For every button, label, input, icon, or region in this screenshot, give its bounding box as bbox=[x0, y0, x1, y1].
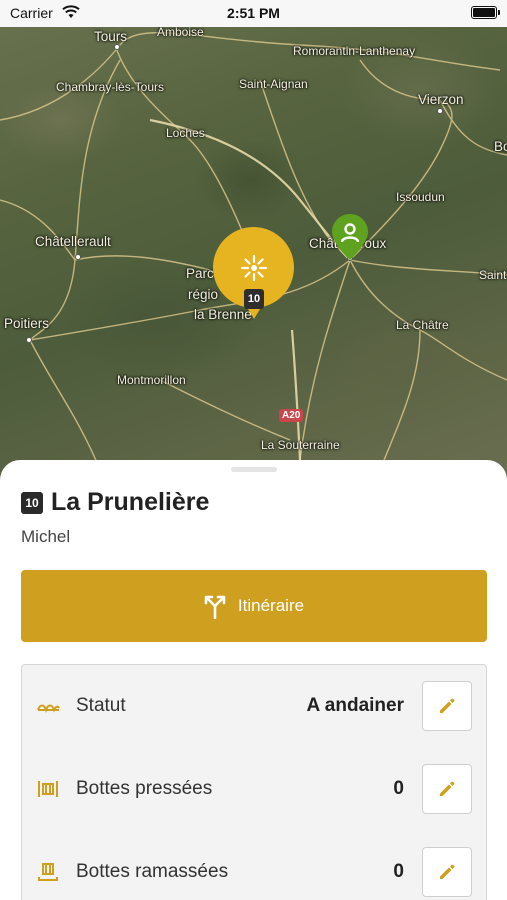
place-label: Romorantin-Lanthenay bbox=[293, 44, 416, 58]
pickup-icon bbox=[38, 863, 58, 881]
itinerary-label: Itinéraire bbox=[237, 596, 305, 615]
clock: 2:51 PM bbox=[227, 5, 280, 21]
pencil-icon bbox=[440, 698, 455, 713]
collected-bales-label: Bottes ramassées bbox=[76, 861, 229, 882]
pressed-bales-label: Bottes pressées bbox=[76, 778, 213, 799]
battery-icon bbox=[471, 6, 500, 19]
place-label: Saint bbox=[479, 268, 507, 282]
city-dot bbox=[437, 108, 443, 114]
sun-burst-icon bbox=[240, 254, 267, 281]
place-label: Montmorillon bbox=[117, 373, 186, 387]
field-title: La Prunelière bbox=[51, 488, 210, 516]
place-label: Poitiers bbox=[4, 316, 50, 331]
sheet-grabber[interactable] bbox=[231, 467, 277, 472]
place-label: Amboise bbox=[157, 25, 204, 39]
place-label: Loches bbox=[166, 126, 205, 140]
place-label: La Souterraine bbox=[261, 438, 340, 452]
place-label: La Châtre bbox=[396, 318, 449, 332]
pencil-icon bbox=[440, 864, 455, 879]
place-label: Saint-Aignan bbox=[239, 77, 308, 91]
city-dot bbox=[26, 337, 32, 343]
collected-bales-row: Bottes ramassées 0 bbox=[22, 846, 486, 898]
place-label: Vierzon bbox=[418, 92, 464, 107]
fork-route-icon bbox=[204, 595, 226, 619]
pressed-bales-row: Bottes pressées 0 bbox=[22, 763, 486, 815]
city-dot bbox=[75, 254, 81, 260]
edit-status-button[interactable] bbox=[422, 681, 472, 731]
place-label: Bo bbox=[494, 139, 507, 154]
itinerary-button[interactable]: Itinéraire bbox=[21, 570, 487, 642]
place-label: Issoudun bbox=[396, 190, 445, 204]
pressed-bales-value: 0 bbox=[393, 778, 404, 799]
edit-collected-bales-button[interactable] bbox=[422, 847, 472, 897]
field-number-badge: 10 bbox=[244, 289, 264, 309]
map-view[interactable]: Tours Amboise Romorantin-Lanthenay Chamb… bbox=[0, 0, 507, 480]
status-row: Statut A andainer bbox=[22, 680, 486, 732]
status-value: A andainer bbox=[306, 695, 405, 716]
collected-bales-value: 0 bbox=[393, 861, 404, 882]
highway-shield: A20 bbox=[279, 409, 304, 422]
field-owner: Michel bbox=[21, 527, 71, 546]
place-label: Parc bbox=[186, 266, 214, 281]
bale-icon bbox=[38, 781, 58, 797]
field-detail-sheet: 10 La Prunelière Michel Itinéraire Statu… bbox=[0, 460, 507, 900]
place-label: régio bbox=[188, 287, 219, 302]
status-bar: Carrier 2:51 PM bbox=[0, 0, 507, 27]
edit-pressed-bales-button[interactable] bbox=[422, 764, 472, 814]
status-label: Statut bbox=[76, 695, 126, 716]
pencil-icon bbox=[440, 781, 455, 796]
place-label: Tours bbox=[94, 29, 128, 44]
place-label: Châtellerault bbox=[35, 234, 111, 249]
place-label: la Brenne bbox=[194, 307, 252, 322]
title-row: 10 La Prunelière bbox=[21, 488, 209, 517]
field-number-badge: 10 bbox=[21, 491, 43, 514]
person-pin-icon[interactable] bbox=[331, 213, 369, 261]
city-dot bbox=[114, 44, 120, 50]
field-info-card: Statut A andainer Bottes pressées 0 Bott… bbox=[21, 664, 487, 900]
place-label: Chambray-lès-Tours bbox=[56, 80, 165, 94]
windrow-icon bbox=[37, 704, 60, 714]
